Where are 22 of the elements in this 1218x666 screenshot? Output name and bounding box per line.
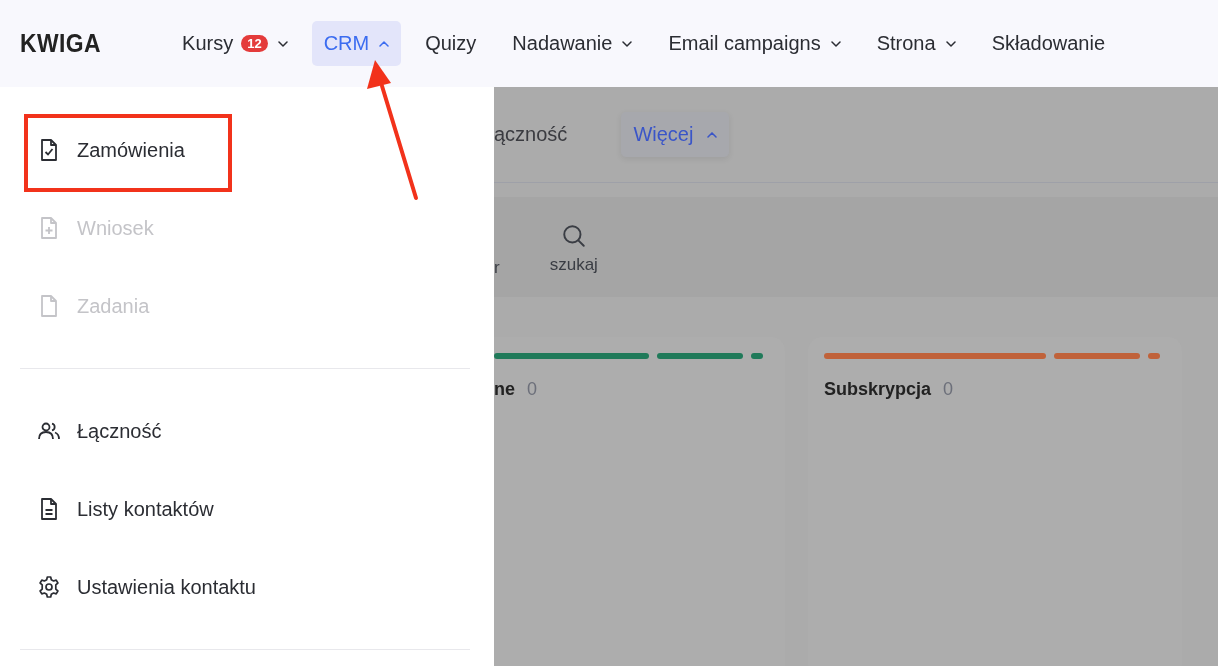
menu-item[interactable]: Ustawienia kontaktu [20,548,470,626]
menu-item[interactable]: Zamówienia [20,111,470,189]
toolbar-button[interactable]: szukaj [549,219,598,275]
nav-menu-item[interactable]: Quizy [413,21,489,66]
nav-menu-item[interactable]: Kursy 12 [170,21,300,66]
column-title: Subskrypcja [824,379,932,400]
nav-menu-item[interactable]: Składowanie [979,21,1118,66]
nav-menu-item[interactable]: CRM [311,21,402,66]
nav-menu-item[interactable]: Email campaigns [656,21,853,66]
nav-menu-item[interactable]: Nadawanie [500,21,645,66]
logo[interactable]: KWIGA [20,28,101,59]
column-title: ne [494,379,515,400]
menu-item[interactable]: Listy kontaktów [20,470,470,548]
column-count: 0 [943,379,954,400]
toolbar-button[interactable]: r [494,216,500,278]
settings-icon [37,575,61,599]
nav-menu-item[interactable]: Strona [864,21,968,66]
tab[interactable]: ączność [494,112,580,157]
count-badge: 12 [241,35,268,52]
column-count: 0 [527,379,538,400]
menu-item[interactable]: Łączność [20,392,470,470]
search-icon [560,223,587,249]
